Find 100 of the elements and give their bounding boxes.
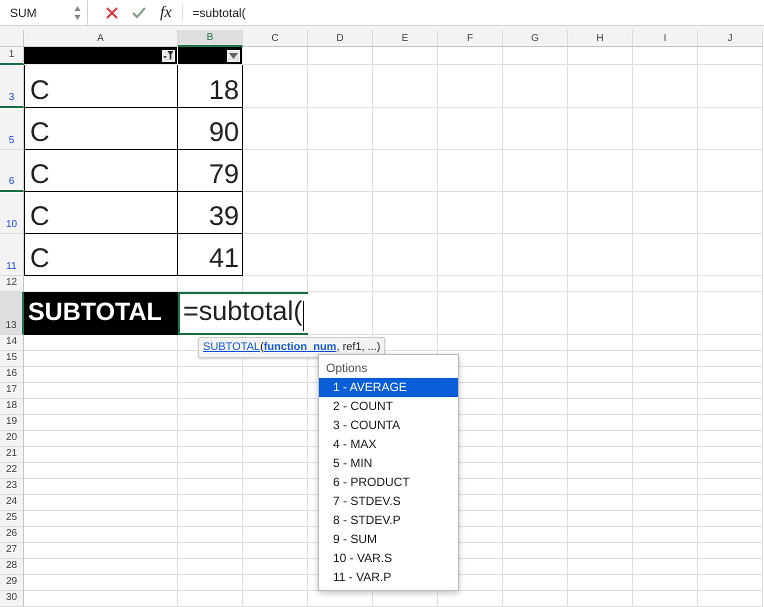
empty-cell[interactable] bbox=[243, 575, 308, 591]
empty-cell[interactable] bbox=[243, 479, 308, 495]
empty-cell[interactable] bbox=[503, 511, 568, 527]
empty-cell[interactable] bbox=[503, 383, 568, 399]
empty-cell[interactable] bbox=[503, 108, 568, 150]
empty-cell[interactable] bbox=[568, 276, 633, 292]
empty-cell[interactable] bbox=[568, 415, 633, 431]
row-header[interactable]: 13 bbox=[0, 292, 24, 335]
empty-cell[interactable] bbox=[698, 351, 763, 367]
empty-cell[interactable] bbox=[178, 367, 243, 383]
empty-cell[interactable] bbox=[503, 234, 568, 276]
empty-cell[interactable] bbox=[698, 108, 763, 150]
empty-cell[interactable] bbox=[438, 108, 503, 150]
empty-cell[interactable] bbox=[698, 447, 763, 463]
empty-cell[interactable] bbox=[633, 527, 698, 543]
dropdown-item[interactable]: 2 - COUNT bbox=[319, 397, 458, 416]
empty-cell[interactable] bbox=[633, 495, 698, 511]
empty-cell[interactable] bbox=[178, 591, 243, 607]
empty-cell[interactable] bbox=[698, 192, 763, 234]
empty-cell[interactable] bbox=[503, 543, 568, 559]
empty-cell[interactable] bbox=[568, 543, 633, 559]
empty-cell[interactable] bbox=[438, 47, 503, 65]
empty-cell[interactable] bbox=[633, 47, 698, 65]
empty-cell[interactable] bbox=[178, 575, 243, 591]
column-header[interactable]: A bbox=[24, 30, 178, 47]
empty-cell[interactable] bbox=[568, 108, 633, 150]
empty-cell[interactable] bbox=[698, 431, 763, 447]
empty-cell[interactable] bbox=[633, 192, 698, 234]
cell-editor[interactable]: =subtotal( bbox=[178, 292, 308, 335]
empty-cell[interactable] bbox=[568, 575, 633, 591]
empty-cell[interactable] bbox=[633, 543, 698, 559]
empty-cell[interactable] bbox=[568, 591, 633, 607]
empty-cell[interactable] bbox=[373, 65, 438, 108]
column-header[interactable]: H bbox=[568, 30, 633, 47]
empty-cell[interactable] bbox=[373, 47, 438, 65]
empty-cell[interactable] bbox=[438, 150, 503, 192]
column-header[interactable]: B bbox=[178, 30, 243, 47]
empty-cell[interactable] bbox=[568, 383, 633, 399]
dropdown-item[interactable]: 6 - PRODUCT bbox=[319, 473, 458, 492]
empty-cell[interactable] bbox=[178, 511, 243, 527]
empty-cell[interactable] bbox=[438, 276, 503, 292]
empty-cell[interactable] bbox=[503, 65, 568, 108]
empty-cell[interactable] bbox=[698, 543, 763, 559]
empty-cell[interactable] bbox=[568, 351, 633, 367]
row-header[interactable]: 23 bbox=[0, 479, 24, 495]
empty-cell[interactable] bbox=[633, 575, 698, 591]
row-header[interactable]: 5 bbox=[0, 108, 24, 150]
row-header[interactable]: 11 bbox=[0, 234, 24, 276]
empty-cell[interactable] bbox=[438, 234, 503, 276]
dropdown-item[interactable]: 8 - STDEV.P bbox=[319, 511, 458, 530]
empty-cell[interactable] bbox=[633, 383, 698, 399]
empty-cell[interactable] bbox=[243, 234, 308, 276]
empty-cell[interactable] bbox=[568, 192, 633, 234]
row-header[interactable]: 21 bbox=[0, 447, 24, 463]
empty-cell[interactable] bbox=[633, 234, 698, 276]
empty-cell[interactable] bbox=[243, 192, 308, 234]
row-header[interactable]: 20 bbox=[0, 431, 24, 447]
empty-cell[interactable] bbox=[503, 367, 568, 383]
column-header[interactable]: G bbox=[503, 30, 568, 47]
empty-cell[interactable] bbox=[633, 399, 698, 415]
empty-cell[interactable] bbox=[698, 591, 763, 607]
empty-cell[interactable] bbox=[568, 292, 633, 335]
empty-cell[interactable] bbox=[568, 65, 633, 108]
dropdown-item[interactable]: 7 - STDEV.S bbox=[319, 492, 458, 511]
empty-cell[interactable] bbox=[503, 447, 568, 463]
empty-cell[interactable] bbox=[438, 192, 503, 234]
empty-cell[interactable] bbox=[243, 399, 308, 415]
row-header[interactable]: 15 bbox=[0, 351, 24, 367]
row-header[interactable]: 25 bbox=[0, 511, 24, 527]
empty-cell[interactable] bbox=[503, 150, 568, 192]
empty-cell[interactable] bbox=[698, 463, 763, 479]
row-header[interactable]: 19 bbox=[0, 415, 24, 431]
empty-cell[interactable] bbox=[633, 367, 698, 383]
empty-cell[interactable] bbox=[633, 276, 698, 292]
empty-cell[interactable] bbox=[633, 559, 698, 575]
empty-cell[interactable] bbox=[243, 431, 308, 447]
column-header[interactable]: J bbox=[698, 30, 763, 47]
empty-cell[interactable] bbox=[568, 463, 633, 479]
empty-cell[interactable] bbox=[633, 431, 698, 447]
empty-cell[interactable] bbox=[438, 335, 503, 351]
row-header[interactable]: 16 bbox=[0, 367, 24, 383]
filter-button[interactable] bbox=[162, 50, 175, 62]
empty-cell[interactable] bbox=[698, 234, 763, 276]
empty-cell[interactable] bbox=[178, 527, 243, 543]
empty-cell[interactable] bbox=[503, 591, 568, 607]
empty-cell[interactable] bbox=[503, 415, 568, 431]
column-header[interactable]: E bbox=[373, 30, 438, 47]
empty-cell[interactable] bbox=[178, 431, 243, 447]
row-header[interactable]: 28 bbox=[0, 559, 24, 575]
column-header[interactable]: C bbox=[243, 30, 308, 47]
row-header[interactable]: 14 bbox=[0, 335, 24, 351]
empty-cell[interactable] bbox=[308, 108, 373, 150]
empty-cell[interactable] bbox=[178, 399, 243, 415]
row-header[interactable]: 27 bbox=[0, 543, 24, 559]
empty-cell[interactable] bbox=[503, 192, 568, 234]
empty-cell[interactable] bbox=[373, 276, 438, 292]
empty-cell[interactable] bbox=[568, 527, 633, 543]
empty-cell[interactable] bbox=[568, 431, 633, 447]
empty-cell[interactable] bbox=[243, 415, 308, 431]
dropdown-item[interactable]: 11 - VAR.P bbox=[319, 568, 458, 587]
